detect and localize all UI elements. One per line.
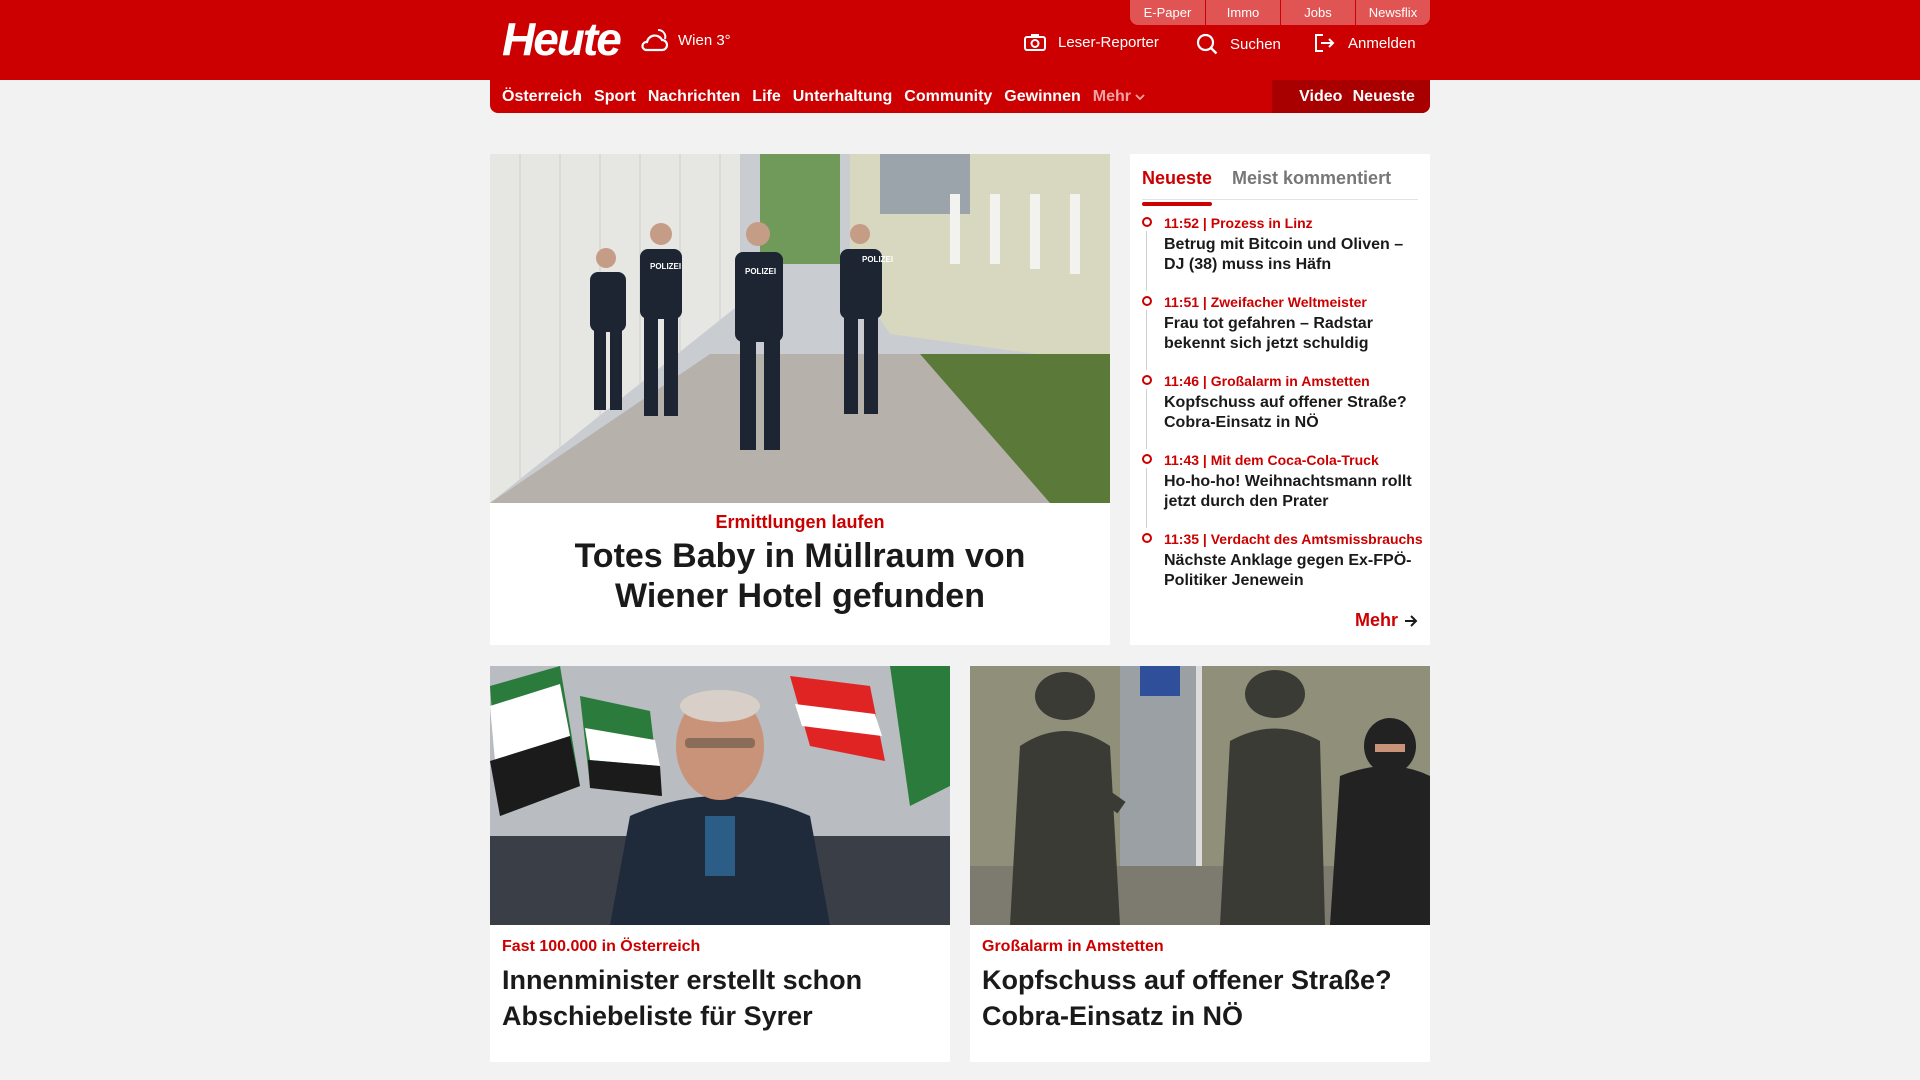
nav-gewinnen[interactable]: Gewinnen (1004, 88, 1080, 106)
tab-newsflix[interactable]: Newsflix (1355, 0, 1430, 25)
reporter-label: Leser-Reporter (1058, 33, 1159, 51)
card-headline[interactable]: Kopfschuss auf offener Straße? Cobra-Ein… (982, 962, 1418, 1034)
nav-neueste[interactable]: Neueste (1353, 88, 1415, 106)
svg-text:POLIZEI: POLIZEI (745, 267, 776, 276)
site-logo[interactable]: Heute (502, 12, 622, 66)
search-button[interactable]: Suchen (1196, 33, 1281, 55)
list-item[interactable]: 11:52 | Prozess in Linz Betrug mit Bitco… (1142, 214, 1422, 293)
nav-community[interactable]: Community (904, 88, 992, 106)
reporter-link[interactable]: Leser-Reporter (1024, 33, 1159, 51)
timeline-line (1146, 468, 1147, 528)
hero-headline[interactable]: Totes Baby in Müllraum von Wiener Hotel … (520, 536, 1080, 616)
hero-kicker: Ermittlungen laufen (715, 512, 885, 532)
svg-text:POLIZEI: POLIZEI (862, 255, 893, 264)
timeline-line (1146, 389, 1147, 449)
item-title: Ho-ho-ho! Weihnachtsmann rollt jetzt dur… (1164, 473, 1412, 510)
sidebar-tabs: Neueste Meist kommentiert (1142, 164, 1418, 206)
camera-icon (1024, 34, 1046, 51)
timeline-line (1146, 231, 1147, 291)
nav-more[interactable]: Mehr (1093, 88, 1145, 106)
news-list: 11:52 | Prozess in Linz Betrug mit Bitco… (1142, 214, 1423, 609)
timeline-dot (1142, 217, 1152, 227)
list-item[interactable]: 11:46 | Großalarm in Amstetten Kopfschus… (1142, 372, 1422, 451)
timeline-dot (1142, 296, 1152, 306)
login-label: Anmelden (1348, 34, 1416, 52)
arrow-right-icon (1405, 614, 1418, 627)
weather-widget[interactable]: Wien 3° (638, 26, 731, 54)
item-meta: 11:52 | Prozess in Linz (1164, 215, 1313, 231)
timeline-dot (1142, 375, 1152, 385)
timeline-line (1146, 310, 1147, 370)
item-title: Kopfschuss auf offener Straße? Cobra-Ein… (1164, 394, 1407, 431)
nav-video[interactable]: Video (1299, 88, 1342, 106)
top-header (0, 0, 1920, 80)
login-button[interactable]: Anmelden (1314, 33, 1416, 53)
timeline-dot (1142, 533, 1152, 543)
list-item[interactable]: 11:35 | Verdacht des Amtsmissbrauchs Näc… (1142, 530, 1423, 609)
nav-oesterreich[interactable]: Österreich (502, 88, 582, 106)
tab-meist-kommentiert[interactable]: Meist kommentiert (1232, 164, 1391, 199)
card-kicker: Großalarm in Amstetten (982, 938, 1164, 955)
more-label: Mehr (1354, 610, 1398, 630)
nav-right-group: Video Neueste (1272, 80, 1430, 113)
nav-unterhaltung[interactable]: Unterhaltung (793, 88, 893, 106)
timeline-dot (1142, 454, 1152, 464)
chevron-down-icon (1135, 93, 1145, 100)
service-tabs: E-Paper Immo Jobs Newsflix (1130, 0, 1430, 25)
article-image[interactable] (490, 666, 950, 925)
item-meta: 11:51 | Zweifacher Weltmeister (1164, 294, 1367, 310)
article-image[interactable] (970, 666, 1430, 925)
tab-immo[interactable]: Immo (1205, 0, 1280, 25)
main-navigation: Österreich Sport Nachrichten Life Unterh… (490, 80, 1430, 113)
article-card[interactable]: Großalarm in Amstetten Kopfschuss auf of… (970, 666, 1430, 1062)
cloud-sun-icon (641, 29, 669, 52)
weather-text: Wien 3° (678, 31, 731, 49)
nav-life[interactable]: Life (752, 88, 780, 106)
search-label: Suchen (1230, 35, 1281, 53)
nav-more-label: Mehr (1092, 87, 1131, 105)
tab-jobs[interactable]: Jobs (1280, 0, 1355, 25)
news-sidebar: Neueste Meist kommentiert 11:52 | Prozes… (1130, 154, 1430, 645)
hero-article[interactable]: POLIZEI POLIZEI POLIZEI Ermittlungen laufe… (490, 154, 1110, 645)
hero-image[interactable]: POLIZEI POLIZEI POLIZEI (490, 154, 1110, 503)
list-item[interactable]: 11:51 | Zweifacher Weltmeister Frau tot … (1142, 293, 1422, 372)
item-title: Frau tot gefahren – Radstar bekennt sich… (1164, 315, 1373, 352)
item-title: Nächste Anklage gegen Ex-FPÖ-Politiker J… (1164, 552, 1412, 589)
tab-neueste[interactable]: Neueste (1142, 164, 1213, 206)
article-card[interactable]: Fast 100.000 in Österreich Innenminister… (490, 666, 950, 1062)
tab-epaper[interactable]: E-Paper (1130, 0, 1205, 25)
nav-sport[interactable]: Sport (594, 88, 636, 106)
svg-text:POLIZEI: POLIZEI (650, 262, 681, 271)
item-title: Betrug mit Bitcoin und Oliven – DJ (38) … (1164, 236, 1404, 273)
sidebar-more-link[interactable]: Mehr (1355, 610, 1418, 631)
card-kicker: Fast 100.000 in Österreich (502, 938, 701, 955)
list-item[interactable]: 11:43 | Mit dem Coca-Cola-Truck Ho-ho-ho… (1142, 451, 1422, 530)
login-icon (1315, 34, 1335, 52)
card-headline[interactable]: Innenminister erstellt schon Abschiebeli… (502, 962, 938, 1034)
item-meta: 11:35 | Verdacht des Amtsmissbrauchs (1164, 531, 1423, 547)
nav-nachrichten[interactable]: Nachrichten (648, 88, 740, 106)
search-icon (1196, 33, 1218, 55)
item-meta: 11:43 | Mit dem Coca-Cola-Truck (1164, 452, 1379, 468)
item-meta: 11:46 | Großalarm in Amstetten (1164, 373, 1370, 389)
